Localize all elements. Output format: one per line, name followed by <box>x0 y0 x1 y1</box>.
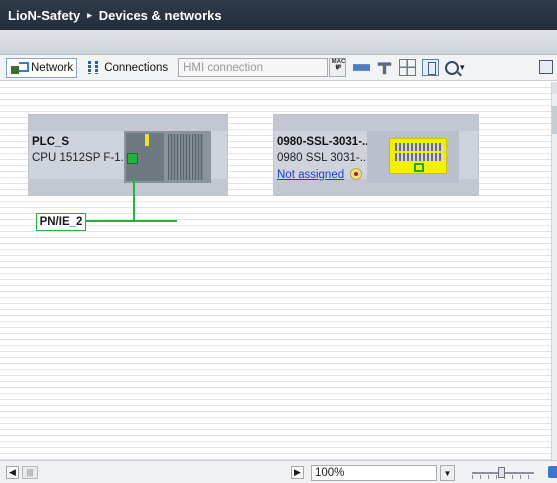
grid-icon[interactable] <box>399 59 416 76</box>
zoom-control[interactable]: ▾ <box>445 60 465 75</box>
network-button-label: Network <box>31 61 74 74</box>
connection-type-dropdown[interactable]: HMI connection ▼ <box>178 58 347 77</box>
device-header-band <box>274 115 478 131</box>
connection-type-value: HMI connection <box>183 61 264 74</box>
zoom-level-field[interactable]: 100% <box>311 465 437 481</box>
inspector-toggle-icon[interactable] <box>548 466 557 478</box>
network-canvas[interactable]: PLC_S CPU 1512SP F-1... 0980-SSL-3031-..… <box>0 82 551 460</box>
project-name[interactable]: LioN-Safety <box>8 8 80 23</box>
plc-device-name[interactable]: PLC_S <box>32 136 69 148</box>
cpu-led <box>145 134 149 146</box>
zoom-slider-handle[interactable] <box>498 467 505 478</box>
device-icon[interactable] <box>353 64 370 71</box>
scroll-right-icon[interactable]: ▶ <box>291 466 304 479</box>
module-icon[interactable] <box>377 62 392 75</box>
io-port-icon[interactable] <box>414 163 424 172</box>
editor-tab-strip <box>0 30 557 55</box>
io-device-body <box>389 138 447 174</box>
io-module <box>192 134 203 180</box>
io-module <box>168 134 179 180</box>
profinet-subnet-line[interactable] <box>86 220 177 222</box>
io-terminal-row <box>395 153 443 161</box>
io-device-name[interactable]: 0980-SSL-3031-... <box>277 136 372 148</box>
device-header-band <box>29 115 227 131</box>
not-assigned-link[interactable]: Not assigned <box>277 169 344 181</box>
toolbar-icon-group: MAC IP ▾ <box>330 59 465 76</box>
io-device-box[interactable]: 0980-SSL-3031-... 0980 SSL 3031-... Not … <box>273 114 479 196</box>
io-device-icon[interactable] <box>367 131 459 183</box>
status-bar: ◀ ||| ▶ 100% ▼ <box>0 460 557 483</box>
connections-button[interactable]: Connections <box>83 58 172 78</box>
not-assigned-status-icon <box>350 168 362 180</box>
horizontal-scroll-thumb[interactable]: ||| <box>22 466 38 479</box>
vertical-scroll-thumb[interactable] <box>552 106 557 134</box>
scroll-up-icon[interactable] <box>552 82 557 94</box>
overview-icon[interactable] <box>539 60 553 74</box>
chevron-down-icon[interactable]: ▼ <box>440 465 455 481</box>
breadcrumb-separator-icon: ▸ <box>87 9 92 20</box>
plc-device-type: CPU 1512SP F-1... <box>32 152 131 164</box>
zoom-down-arrow-icon[interactable]: ▾ <box>460 62 465 73</box>
page-title: Devices & networks <box>98 7 222 23</box>
vertical-scrollbar[interactable] <box>551 82 557 460</box>
io-device-type: 0980 SSL 3031-... <box>277 152 370 164</box>
scroll-left-icon[interactable]: ◀ <box>6 466 19 479</box>
connections-icon <box>87 60 101 76</box>
address-icon[interactable]: MAC IP <box>330 59 347 76</box>
plc-profinet-port-icon[interactable] <box>127 153 138 164</box>
io-module <box>180 134 191 180</box>
profinet-drop-line[interactable] <box>133 178 135 221</box>
connections-button-label: Connections <box>104 61 169 74</box>
subnet-label[interactable]: PN/IE_2 <box>36 213 86 231</box>
network-view-toolbar: Network Connections HMI connection ▼ <box>0 55 557 81</box>
editor-title-bar: LioN-Safety ▸ Devices & networks <box>0 0 557 30</box>
network-view-icon <box>10 60 29 76</box>
io-terminal-row <box>395 143 443 151</box>
network-button[interactable]: Network <box>6 57 78 78</box>
layout-icon[interactable] <box>422 59 439 76</box>
zoom-icon[interactable] <box>445 60 459 75</box>
